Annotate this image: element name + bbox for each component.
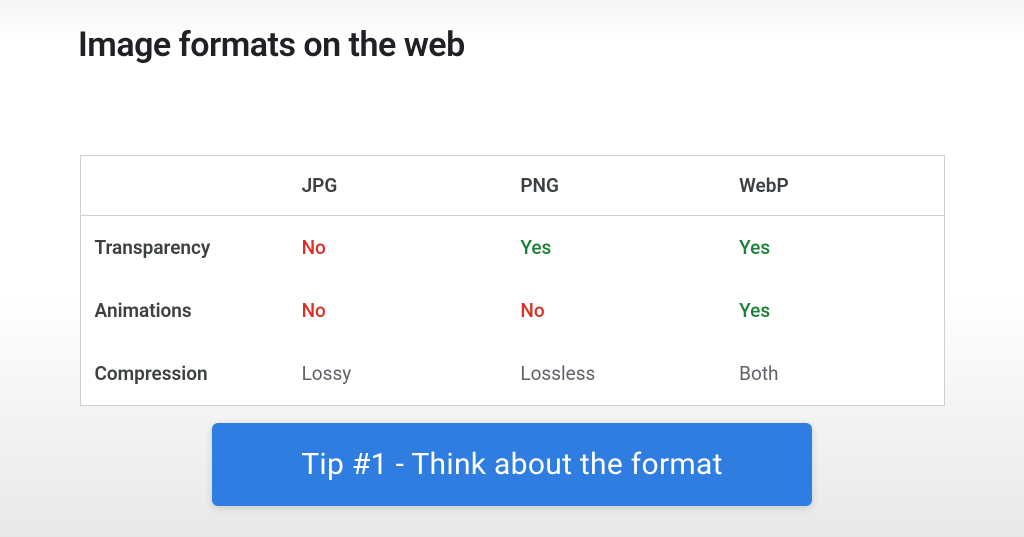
table-header-row: JPG PNG WebP	[80, 156, 944, 216]
cell-value: Yes	[506, 216, 725, 280]
th-empty	[80, 156, 288, 216]
cell-value: No	[288, 279, 507, 342]
cell-value: Lossy	[288, 342, 507, 406]
cell-value: Yes	[725, 216, 944, 280]
table-row: TransparencyNoYesYes	[80, 216, 944, 280]
cell-value: No	[288, 216, 507, 280]
table-row: CompressionLossyLosslessBoth	[80, 342, 944, 406]
table-row: AnimationsNoNoYes	[80, 279, 944, 342]
row-label: Animations	[80, 279, 288, 342]
th-webp: WebP	[725, 156, 944, 216]
comparison-table-wrap: JPG PNG WebP TransparencyNoYesYesAnimati…	[80, 155, 945, 406]
tip-banner: Tip #1 - Think about the format	[212, 423, 812, 506]
comparison-table: JPG PNG WebP TransparencyNoYesYesAnimati…	[80, 155, 945, 406]
cell-value: No	[506, 279, 725, 342]
th-jpg: JPG	[288, 156, 507, 216]
cell-value: Yes	[725, 279, 944, 342]
page-title: Image formats on the web	[0, 0, 1024, 65]
cell-value: Lossless	[506, 342, 725, 406]
row-label: Compression	[80, 342, 288, 406]
row-label: Transparency	[80, 216, 288, 280]
cell-value: Both	[725, 342, 944, 406]
th-png: PNG	[506, 156, 725, 216]
